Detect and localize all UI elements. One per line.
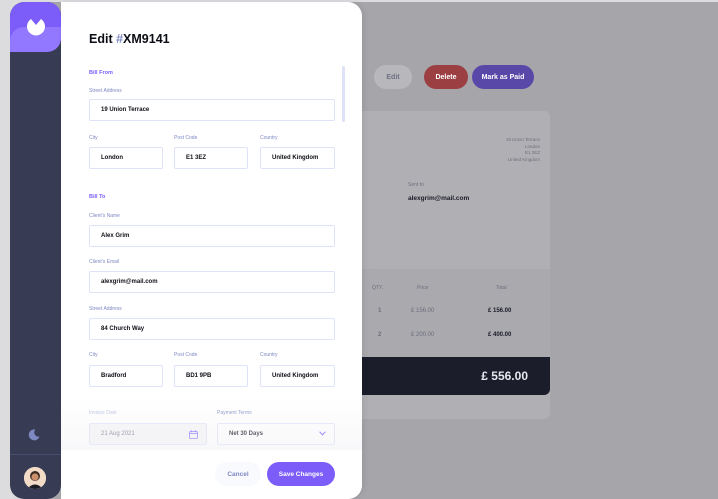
page-title: Edit #XM9141 bbox=[89, 32, 170, 46]
table-row-total: £ 400.00 bbox=[488, 332, 512, 338]
client-name-label: Client's Name bbox=[89, 213, 120, 219]
client-name-input[interactable]: Alex Grim bbox=[89, 225, 335, 247]
sender-address: 19 Union Terrace London E1 3EZ United Ki… bbox=[505, 137, 540, 162]
logo[interactable] bbox=[10, 2, 61, 52]
country-label: Country bbox=[260, 135, 278, 141]
sent-to-value: alexgrim@mail.com bbox=[408, 195, 470, 202]
sent-to-label: Sent to bbox=[408, 182, 424, 188]
items-table: QTY. Price Total 1 £ 156.00 £ 156.00 2 £… bbox=[352, 269, 550, 357]
sidebar-divider bbox=[10, 454, 61, 455]
invoice-detail-card: 19 Union Terrace London E1 3EZ United Ki… bbox=[352, 111, 550, 419]
moon-icon[interactable] bbox=[28, 429, 40, 441]
client-email-label: Client's Email bbox=[89, 259, 120, 265]
qty-header: QTY. bbox=[372, 285, 384, 291]
drawer-footer: Cancel Save Changes bbox=[61, 450, 362, 499]
city-label: City bbox=[89, 352, 98, 358]
to-country-input[interactable]: United Kingdom bbox=[260, 365, 335, 387]
from-street-input[interactable]: 19 Union Terrace bbox=[89, 99, 335, 121]
chevron-down-icon bbox=[319, 431, 326, 436]
from-city-input[interactable]: London bbox=[89, 147, 163, 169]
table-row-qty: 2 bbox=[378, 332, 382, 338]
amount-due-bar: £ 556.00 bbox=[352, 357, 550, 395]
save-changes-button[interactable]: Save Changes bbox=[267, 462, 335, 486]
from-post-code-input[interactable]: E1 3EZ bbox=[174, 147, 248, 169]
avatar-image bbox=[24, 467, 46, 489]
street-address-label: Street Address bbox=[89, 306, 122, 312]
cancel-button[interactable]: Cancel bbox=[215, 462, 261, 486]
to-post-code-input[interactable]: BD1 9PB bbox=[174, 365, 248, 387]
city-label: City bbox=[89, 135, 98, 141]
bill-to-heading: Bill To bbox=[89, 194, 106, 200]
table-row-total: £ 156.00 bbox=[488, 308, 512, 314]
post-code-label: Post Code bbox=[174, 352, 198, 358]
edit-button[interactable]: Edit bbox=[374, 65, 412, 89]
from-country-input[interactable]: United Kingdom bbox=[260, 147, 335, 169]
street-address-label: Street Address bbox=[89, 88, 122, 94]
grand-total: £ 556.00 bbox=[481, 369, 528, 383]
delete-button[interactable]: Delete bbox=[424, 65, 468, 89]
logo-icon bbox=[27, 19, 45, 36]
mark-as-paid-button[interactable]: Mark as Paid bbox=[472, 65, 534, 89]
to-street-input[interactable]: 84 Church Way bbox=[89, 318, 335, 340]
bill-from-heading: Bill From bbox=[89, 70, 113, 76]
payment-terms-select[interactable]: Net 30 Days bbox=[217, 423, 335, 445]
invoice-date-label: Invoice Date bbox=[89, 410, 117, 416]
client-email-input[interactable]: alexgrim@mail.com bbox=[89, 271, 335, 293]
avatar[interactable] bbox=[24, 467, 46, 489]
scrollbar[interactable] bbox=[342, 66, 345, 122]
edit-invoice-drawer: Edit #XM9141 Bill From Street Address 19… bbox=[61, 2, 362, 499]
table-row-qty: 1 bbox=[378, 308, 382, 314]
payment-terms-label: Payment Terms bbox=[217, 410, 252, 416]
calendar-icon bbox=[189, 430, 198, 439]
sidebar bbox=[10, 2, 61, 499]
price-header: Price bbox=[417, 285, 429, 291]
table-row-price: £ 156.00 bbox=[411, 308, 435, 314]
total-header: Total bbox=[496, 285, 507, 291]
country-label: Country bbox=[260, 352, 278, 358]
post-code-label: Post Code bbox=[174, 135, 198, 141]
table-row-price: £ 200.00 bbox=[411, 332, 435, 338]
invoice-date-input[interactable]: 21 Aug 2021 bbox=[89, 423, 207, 445]
to-city-input[interactable]: Bradford bbox=[89, 365, 163, 387]
